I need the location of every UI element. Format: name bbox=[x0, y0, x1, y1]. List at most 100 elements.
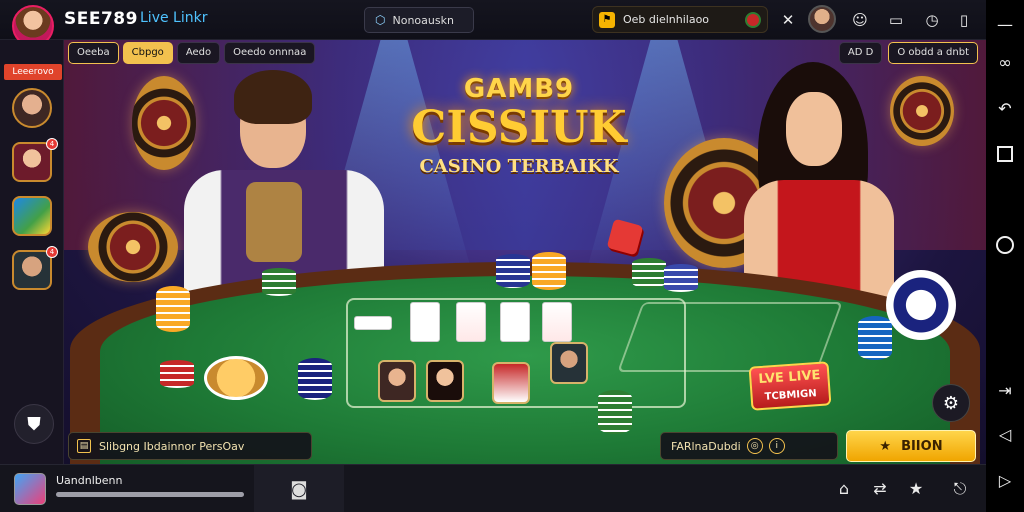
bet-info-text: Slibgng Ibdainnor PersOav bbox=[99, 439, 245, 453]
rail-avatar-dealer-1[interactable] bbox=[12, 88, 52, 128]
tools-icon[interactable]: ✕ bbox=[776, 8, 800, 32]
chip-stack[interactable] bbox=[532, 252, 566, 290]
gamepad-icon: ◙ bbox=[290, 478, 308, 500]
game-bottom-bar: ▤ Slibgng Ibdainnor PersOav FARlnaDubdi … bbox=[68, 430, 976, 462]
game-tab[interactable]: Aedo bbox=[176, 42, 221, 64]
title-line-2: CISSIUK bbox=[411, 102, 627, 153]
shield-icon: ⛊ bbox=[27, 413, 41, 435]
notification-pill[interactable]: ⚑ Oeb dielnhilaoo bbox=[592, 6, 768, 33]
circle-icon[interactable] bbox=[996, 236, 1014, 254]
info-icon: i bbox=[768, 438, 785, 454]
playing-card bbox=[456, 302, 486, 342]
chip-stack[interactable] bbox=[858, 316, 892, 360]
search-text: Nonoauskn bbox=[392, 13, 454, 27]
search-box[interactable]: ⬡ Nonoauskn bbox=[364, 7, 474, 33]
rail-avatar-dealer-2[interactable] bbox=[12, 142, 52, 182]
rail-badge: Leeerovo bbox=[4, 64, 62, 80]
link-icon[interactable]: ∞ bbox=[994, 52, 1016, 74]
dealer-face bbox=[786, 92, 842, 166]
star-icon: ★ bbox=[879, 438, 892, 454]
shield-icon: ⬡ bbox=[375, 13, 386, 27]
progress-fill bbox=[56, 492, 244, 497]
game-tab-active[interactable]: Cbpgo bbox=[122, 42, 173, 64]
game-tab[interactable]: AD D bbox=[838, 42, 883, 64]
shield-button[interactable]: ⛊ bbox=[14, 404, 54, 444]
bookmark-icon[interactable]: ▯ bbox=[952, 8, 976, 32]
status-dot-icon bbox=[745, 11, 761, 28]
chip-stack[interactable] bbox=[598, 390, 632, 434]
rail-notification-badge: 4 bbox=[46, 138, 58, 150]
dealer-vest bbox=[246, 182, 302, 262]
clock-icon[interactable]: ◷ bbox=[920, 8, 944, 32]
game-scene: Oeeba Cbpgo Aedo Oeedo onnnaa AD D O obd… bbox=[64, 40, 986, 464]
playing-card bbox=[354, 316, 392, 330]
settings-button[interactable]: ⚙ bbox=[932, 384, 970, 422]
square-icon[interactable] bbox=[997, 146, 1013, 162]
back-arrow-icon[interactable]: ◁ bbox=[994, 424, 1016, 446]
game-tab[interactable]: O obdd a dnbt bbox=[888, 42, 978, 64]
player-name: Uandnlbenn bbox=[56, 474, 123, 487]
dealer-hair bbox=[234, 70, 312, 124]
playing-card bbox=[542, 302, 572, 342]
game-tab[interactable]: Oeeba bbox=[68, 42, 119, 64]
minimize-icon[interactable]: — bbox=[994, 14, 1016, 36]
bet-button-label: BIION bbox=[901, 438, 943, 454]
player-avatar[interactable] bbox=[14, 473, 46, 505]
forward-icon[interactable]: ⇥ bbox=[994, 380, 1016, 402]
chip-stack[interactable] bbox=[496, 254, 530, 288]
playing-card bbox=[410, 302, 440, 342]
forward-arrow-icon[interactable]: ▷ bbox=[994, 470, 1016, 492]
game-tabs: Oeeba Cbpgo Aedo Oeedo onnnaa bbox=[68, 42, 358, 64]
rail-avatar-dealer-3[interactable] bbox=[12, 196, 52, 236]
star-icon[interactable]: ★ bbox=[904, 477, 928, 501]
rail-avatar-dealer-4[interactable] bbox=[12, 250, 52, 290]
smile-icon[interactable]: ☺ bbox=[848, 8, 872, 32]
player-portrait-card[interactable] bbox=[492, 362, 530, 404]
screen-icon[interactable]: ▭ bbox=[884, 8, 908, 32]
game-tab[interactable]: Oeedo onnnaa bbox=[224, 42, 316, 64]
left-rail: Leeerovo 4 4 ⛊ bbox=[0, 40, 64, 464]
notification-text: Oeb dielnhilaoo bbox=[623, 13, 710, 26]
game-title: GAMB9 CISSIUK CASINO TERBAIKK bbox=[404, 74, 634, 177]
coin-icon: ◎ bbox=[746, 438, 763, 454]
player-progress-bar bbox=[56, 492, 244, 497]
playing-card bbox=[500, 302, 530, 342]
player-portrait-card[interactable] bbox=[378, 360, 416, 402]
balance-text: FARlnaDubdi bbox=[671, 439, 741, 453]
notification-icon: ⚑ bbox=[599, 11, 615, 28]
system-nav-rail: — ∞ ↶ ⇥ ◁ ▷ bbox=[986, 0, 1024, 512]
user-avatar[interactable] bbox=[808, 5, 836, 33]
live-link[interactable]: Live Linkr bbox=[140, 10, 207, 26]
back-icon[interactable]: ↶ bbox=[994, 98, 1016, 120]
bet-info[interactable]: ▤ Slibgng Ibdainnor PersOav bbox=[68, 432, 312, 460]
game-app: SEE789 Live Linkr ⬡ Nonoauskn ⚑ Oeb diel… bbox=[0, 0, 1024, 512]
top-bar: SEE789 Live Linkr ⬡ Nonoauskn ⚑ Oeb diel… bbox=[0, 0, 986, 47]
player-portrait-card[interactable] bbox=[550, 342, 588, 384]
home-icon[interactable]: ⌂ bbox=[832, 477, 856, 501]
gamepad-button[interactable]: ◙ bbox=[254, 465, 344, 512]
menu-icon: ▤ bbox=[77, 439, 91, 453]
live-sign: LVE LIVE TCBMIGN bbox=[748, 361, 832, 411]
chip-stack[interactable] bbox=[298, 358, 332, 400]
chip-stack[interactable] bbox=[156, 286, 190, 332]
balance-pill[interactable]: FARlnaDubdi ◎ i bbox=[660, 432, 838, 460]
game-tabs-right: AD D O obdd a dnbt bbox=[838, 42, 978, 64]
exit-icon[interactable]: ⎋ bbox=[948, 477, 972, 501]
chip-stack[interactable] bbox=[632, 258, 666, 288]
chip-stack[interactable] bbox=[160, 360, 194, 388]
brand-logo[interactable]: SEE789 bbox=[64, 9, 138, 29]
gear-icon: ⚙ bbox=[942, 392, 960, 414]
title-line-3: CASINO TERBAIKK bbox=[419, 156, 619, 177]
live-sign-line-2: TCBMIGN bbox=[764, 388, 817, 403]
betting-area-side[interactable] bbox=[617, 302, 843, 372]
chip-stack[interactable] bbox=[262, 268, 296, 296]
shuffle-icon[interactable]: ⇄ bbox=[868, 477, 892, 501]
status-bar: Uandnlbenn ◙ ⌂ ⇄ ★ ⎋ bbox=[0, 464, 986, 512]
bet-button[interactable]: ★ BIION bbox=[846, 430, 976, 462]
chip-stack[interactable] bbox=[664, 264, 698, 292]
title-line-1: GAMB9 bbox=[463, 74, 575, 104]
player-portrait-card[interactable] bbox=[426, 360, 464, 402]
rail-notification-badge: 4 bbox=[46, 246, 58, 258]
large-chip[interactable] bbox=[886, 270, 956, 340]
gold-coin bbox=[204, 356, 268, 400]
